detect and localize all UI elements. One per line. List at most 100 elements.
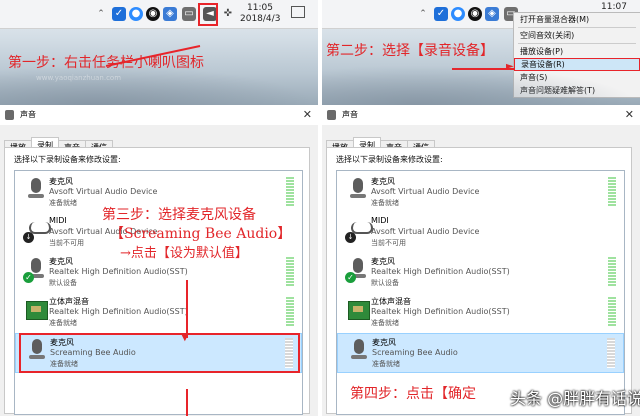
microphone-icon xyxy=(348,339,370,363)
level-meter xyxy=(286,257,294,287)
step1-text: 第一步：右击任务栏小喇叭图标 xyxy=(8,55,204,71)
step3-line1: 第三步：选择麦克风设备 xyxy=(102,207,256,223)
menu-item-recording-devices[interactable]: 录音设备(R) xyxy=(514,58,640,71)
qq-icon[interactable]: ◉ xyxy=(468,7,482,21)
watermark: 头条 @胖胖有话说 xyxy=(510,389,640,408)
device-desc: Realtek High Definition Audio(SST) xyxy=(371,307,510,316)
device-desc: Realtek High Definition Audio(SST) xyxy=(49,307,188,316)
menu-item-troubleshoot[interactable]: 声音问题疑难解答(T) xyxy=(514,84,640,97)
microphone-icon: ✓ xyxy=(23,258,47,283)
sound-dialog: 声音 ✕ 播放录制声音通信 选择以下录制设备来修改设置: 麦克风 Avsoft … xyxy=(0,105,318,416)
dialog-title: 声音 xyxy=(342,110,358,119)
instruction-text: 选择以下录制设备来修改设置: xyxy=(14,155,121,164)
shield-icon[interactable]: ✓ xyxy=(112,7,126,21)
clock-time: 11:05 xyxy=(247,3,273,13)
level-meter xyxy=(286,297,294,327)
menu-item-playback-devices[interactable]: 播放设备(P) xyxy=(514,45,640,58)
step3-arrow xyxy=(186,280,188,338)
desktop-background: ⌃ ✓ ● ◉ ◈ ▭ 11:07 打开音量混合器(M) 空间音效(关闭) 播放… xyxy=(322,0,640,105)
security-icon[interactable]: ◈ xyxy=(163,7,177,21)
menu-item-volume-mixer[interactable]: 打开音量混合器(M) xyxy=(514,13,640,26)
device-state: 准备就绪 xyxy=(371,199,399,207)
step4-text: 第四步：点击【确定 xyxy=(350,386,476,402)
lower-arrow xyxy=(186,389,188,416)
device-item[interactable]: 麦克风 Avsoft Virtual Audio Device 准备就绪 xyxy=(337,173,624,211)
level-meter xyxy=(608,257,616,287)
device-state: 当前不可用 xyxy=(49,239,84,247)
device-list: 麦克风 Avsoft Virtual Audio Device 准备就绪 ↓ M… xyxy=(336,170,625,415)
app-tray-icon[interactable]: ● xyxy=(129,7,143,21)
menu-separator xyxy=(518,27,636,28)
device-state: 默认设备 xyxy=(371,279,399,287)
microphone-icon: ✓ xyxy=(345,258,369,283)
context-menu: 打开音量混合器(M) 空间音效(关闭) 播放设备(P) 录音设备(R) 声音(S… xyxy=(513,12,640,98)
notification-icon[interactable] xyxy=(291,6,305,18)
device-name: 立体声混音 xyxy=(371,297,411,306)
device-item[interactable]: 立体声混音 Realtek High Definition Audio(SST)… xyxy=(15,293,302,331)
input-method-icon[interactable]: ✜ xyxy=(221,7,235,21)
device-desc: Avsoft Virtual Audio Device xyxy=(371,187,480,196)
device-desc: Realtek High Definition Audio(SST) xyxy=(371,267,510,276)
recording-panel: 选择以下录制设备来修改设置: 麦克风 Avsoft Virtual Audio … xyxy=(4,147,310,415)
instruction-text: 选择以下录制设备来修改设置: xyxy=(336,155,443,164)
microphone-icon xyxy=(347,178,369,202)
desktop-background: ⌃ ✓ ● ◉ ◈ ▭ ◄ ✜ 11:05 2018/4/3 第一步：右击任务栏… xyxy=(0,0,318,105)
speaker-icon xyxy=(5,110,14,120)
device-item[interactable]: 立体声混音 Realtek High Definition Audio(SST)… xyxy=(337,293,624,331)
selection-highlight-box xyxy=(19,333,300,373)
device-name: 麦克风 xyxy=(371,177,395,186)
right-tutorial-panel: ⌃ ✓ ● ◉ ◈ ▭ 11:07 打开音量混合器(M) 空间音效(关闭) 播放… xyxy=(322,0,640,416)
device-desc: Avsoft Virtual Audio Device xyxy=(49,187,158,196)
chevron-up-icon[interactable]: ⌃ xyxy=(94,7,108,21)
step2-arrow xyxy=(452,68,514,70)
microphone-icon xyxy=(25,178,47,202)
device-name: 麦克风 xyxy=(371,257,395,266)
device-state: 默认设备 xyxy=(49,279,77,287)
sound-card-icon xyxy=(25,298,48,322)
close-icon[interactable]: ✕ xyxy=(303,105,312,125)
cable-icon: ↓ xyxy=(345,218,373,243)
menu-separator xyxy=(518,43,636,44)
device-item[interactable]: ↓ MIDI Avsoft Virtual Audio Device 当前不可用 xyxy=(337,213,624,251)
app-tray-icon[interactable]: ● xyxy=(451,7,465,21)
sound-dialog: 声音 ✕ 播放录制声音通信 选择以下录制设备来修改设置: 麦克风 Avsoft … xyxy=(322,105,640,416)
device-name: 麦克风 xyxy=(49,177,73,186)
qq-icon[interactable]: ◉ xyxy=(146,7,160,21)
check-icon: ✓ xyxy=(23,272,34,283)
speaker-icon xyxy=(327,110,336,120)
down-arrow-icon: ↓ xyxy=(345,232,356,243)
menu-item-spatial-sound[interactable]: 空间音效(关闭) xyxy=(514,29,640,42)
chevron-up-icon[interactable]: ⌃ xyxy=(416,7,430,21)
device-name: MIDI xyxy=(371,216,389,225)
step3-line3: →点击【设为默认值】 xyxy=(120,246,248,261)
device-item-selected[interactable]: 麦克风 Screaming Bee Audio 准备就绪 xyxy=(337,333,624,373)
device-desc: Screaming Bee Audio xyxy=(372,348,458,357)
device-state: 准备就绪 xyxy=(49,199,77,207)
taskbar: ⌃ ✓ ● ◉ ◈ ▭ ◄ ✜ 11:05 2018/4/3 xyxy=(0,0,318,29)
shield-icon[interactable]: ✓ xyxy=(434,7,448,21)
network-icon[interactable]: ▭ xyxy=(182,7,196,21)
device-state: 准备就绪 xyxy=(371,319,399,327)
dialog-titlebar: 声音 ✕ xyxy=(322,105,640,125)
taskbar-clock[interactable]: 11:05 2018/4/3 xyxy=(240,3,280,25)
step3-line2: 【Screaming Bee Audio】 xyxy=(110,226,292,242)
faint-watermark: www.yaoqianzhuan.com xyxy=(36,74,122,82)
dialog-titlebar: 声音 ✕ xyxy=(0,105,318,125)
clock-date: 2018/4/3 xyxy=(240,14,281,24)
device-name: 立体声混音 xyxy=(49,297,89,306)
device-desc: Realtek High Definition Audio(SST) xyxy=(49,267,188,276)
sound-card-icon xyxy=(347,298,370,322)
menu-item-sounds[interactable]: 声音(S) xyxy=(514,71,640,84)
device-state: 当前不可用 xyxy=(371,239,406,247)
speaker-highlight-box xyxy=(198,3,218,26)
close-icon[interactable]: ✕ xyxy=(625,105,634,125)
left-tutorial-panel: ⌃ ✓ ● ◉ ◈ ▭ ◄ ✜ 11:05 2018/4/3 第一步：右击任务栏… xyxy=(0,0,318,416)
cable-icon: ↓ xyxy=(23,218,51,243)
security-icon[interactable]: ◈ xyxy=(485,7,499,21)
recording-panel: 选择以下录制设备来修改设置: 麦克风 Avsoft Virtual Audio … xyxy=(326,147,632,415)
step2-text: 第二步：选择【录音设备】 xyxy=(326,43,494,59)
device-state: 准备就绪 xyxy=(372,360,400,368)
arrow-head: ► xyxy=(506,61,514,72)
device-desc: Avsoft Virtual Audio Device xyxy=(371,227,480,236)
device-item[interactable]: ✓ 麦克风 Realtek High Definition Audio(SST)… xyxy=(337,253,624,291)
